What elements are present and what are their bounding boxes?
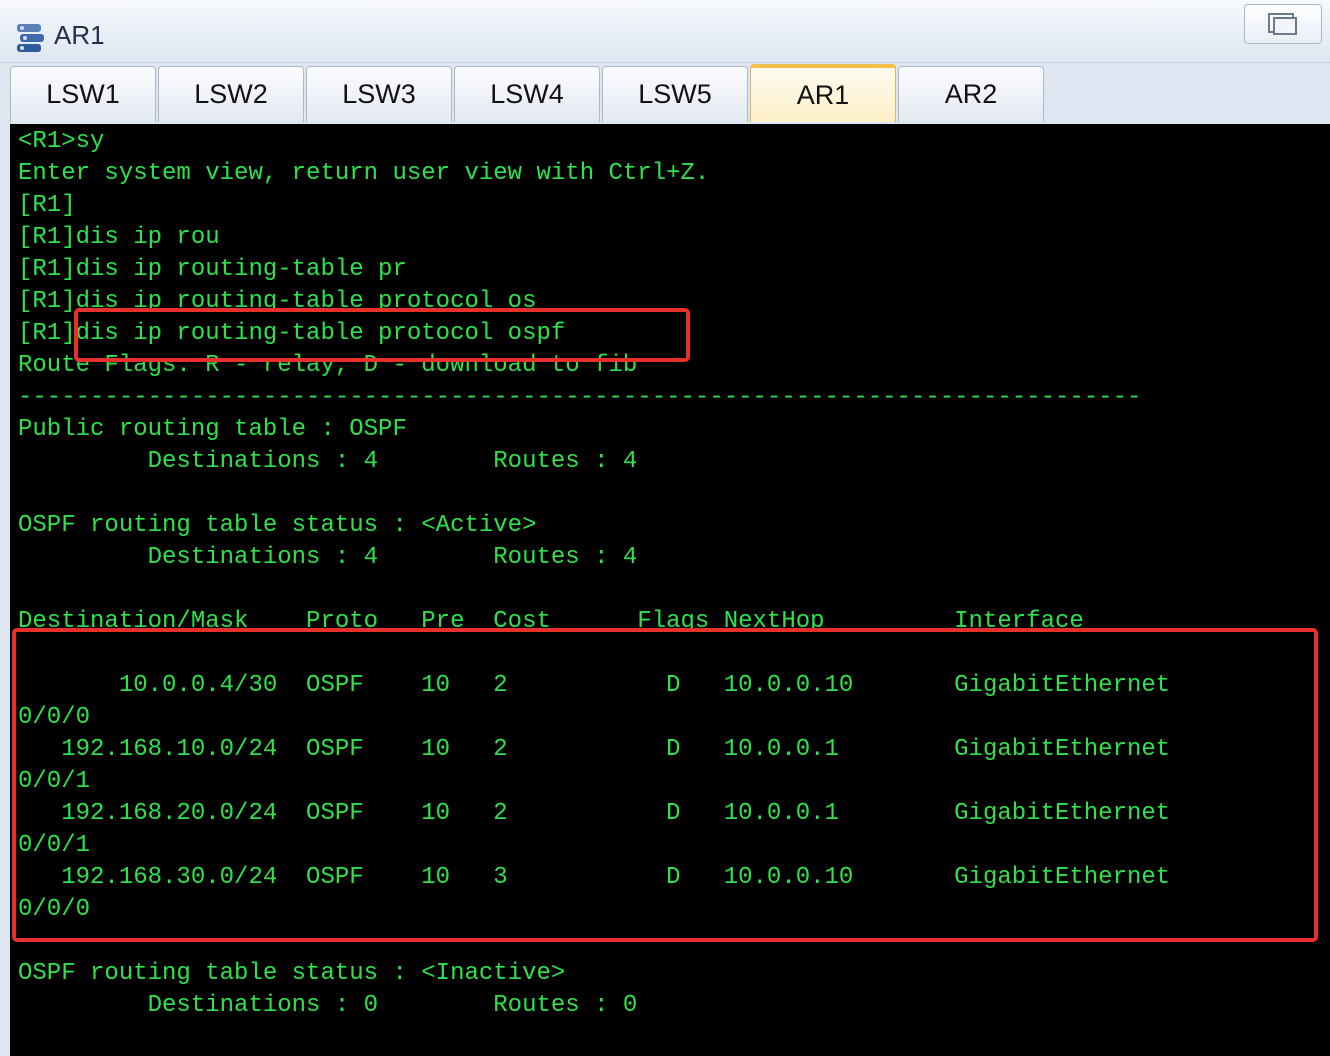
terminal-line: <R1>sy: [18, 128, 105, 155]
terminal-console[interactable]: <R1>sy Enter system view, return user vi…: [10, 124, 1330, 1056]
route-entries-highlight-box: [12, 628, 1318, 942]
terminal-line: Destinations : 4 Routes : 4: [18, 544, 638, 571]
terminal-line: ----------------------------------------…: [18, 384, 1142, 411]
terminal-line: Public routing table : OSPF: [18, 416, 407, 443]
tab-lsw3[interactable]: LSW3: [306, 66, 452, 122]
command-highlight-box: [74, 308, 690, 362]
device-tabs: LSW1 LSW2 LSW3 LSW4 LSW5 AR1 AR2: [0, 62, 1330, 122]
tab-lsw1[interactable]: LSW1: [10, 66, 156, 122]
tab-lsw4[interactable]: LSW4: [454, 66, 600, 122]
tab-ar2[interactable]: AR2: [898, 66, 1044, 122]
terminal-line: [R1]: [18, 192, 76, 219]
terminal-line: Destinations : 0 Routes : 0: [18, 992, 638, 1019]
window-title: AR1: [54, 20, 105, 50]
tab-lsw2[interactable]: LSW2: [158, 66, 304, 122]
terminal-line: OSPF routing table status : <Active>: [18, 512, 537, 539]
terminal-line: [R1]dis ip rou: [18, 224, 220, 251]
restore-icon: [1268, 13, 1297, 35]
tab-ar1[interactable]: AR1: [750, 64, 896, 122]
router-app-icon: [17, 24, 44, 52]
terminal-line: Enter system view, return user view with…: [18, 160, 710, 187]
tab-lsw5[interactable]: LSW5: [602, 66, 748, 122]
title-bar: AR1: [0, 0, 1330, 63]
restore-window-button[interactable]: [1244, 4, 1322, 44]
terminal-line: Destinations : 4 Routes : 4: [18, 448, 638, 475]
terminal-line: [R1]dis ip routing-table pr: [18, 256, 407, 283]
terminal-line: OSPF routing table status : <Inactive>: [18, 960, 566, 987]
